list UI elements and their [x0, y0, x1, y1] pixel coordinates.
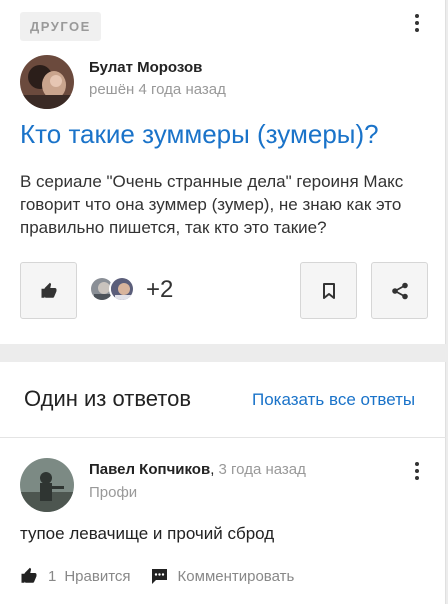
thumb-up-icon: [41, 282, 56, 298]
answer-like-button[interactable]: 1 Нравится: [20, 567, 131, 585]
answer-author-name[interactable]: Павел Копчиков: [89, 461, 210, 478]
comment-icon: [151, 568, 167, 584]
question-card: ДРУГОЕ Булат Морозов решён 4 года назад …: [0, 0, 446, 344]
question-menu-kebab-icon[interactable]: [413, 14, 421, 35]
question-author-avatar[interactable]: [20, 55, 74, 109]
bookmark-button[interactable]: [300, 262, 357, 319]
question-body: В сериале "Очень странные дела" героиня …: [20, 172, 404, 237]
thumb-up-icon: [21, 567, 37, 583]
answer-author-role: Профи: [89, 484, 138, 501]
show-all-answers-link[interactable]: Показать все ответы: [252, 390, 415, 410]
answer-like-count: 1: [48, 567, 57, 585]
answers-heading: Один из ответов: [24, 386, 192, 411]
answer-author-line: Павел Копчиков, 3 года назад: [89, 461, 306, 478]
answer-comment-label: Комментировать: [177, 567, 295, 585]
question-status: решён 4 года назад: [89, 81, 226, 98]
participant-avatar[interactable]: [109, 276, 135, 302]
bookmark-icon: [322, 282, 335, 299]
answer-body: тупое левачище и прочий сброд: [20, 524, 275, 543]
answer-comment-button[interactable]: Комментировать: [151, 567, 295, 585]
divider: [0, 437, 446, 438]
question-title[interactable]: Кто такие зуммеры (зумеры)?: [20, 119, 379, 150]
category-badge[interactable]: ДРУГОЕ: [20, 12, 101, 41]
share-button[interactable]: [371, 262, 428, 319]
question-author-name[interactable]: Булат Морозов: [89, 59, 202, 76]
answer-separator: ,: [210, 461, 215, 478]
answer-author-avatar[interactable]: [20, 458, 74, 512]
share-icon: [391, 282, 408, 299]
answer-menu-kebab-icon[interactable]: [413, 462, 421, 483]
answer-like-label: Нравится: [64, 567, 131, 585]
answer-actions: 1 Нравится Комментировать: [20, 565, 294, 587]
like-button[interactable]: [20, 262, 77, 319]
answer-time: 3 года назад: [218, 461, 306, 478]
participants-more-count[interactable]: +2: [146, 276, 173, 304]
